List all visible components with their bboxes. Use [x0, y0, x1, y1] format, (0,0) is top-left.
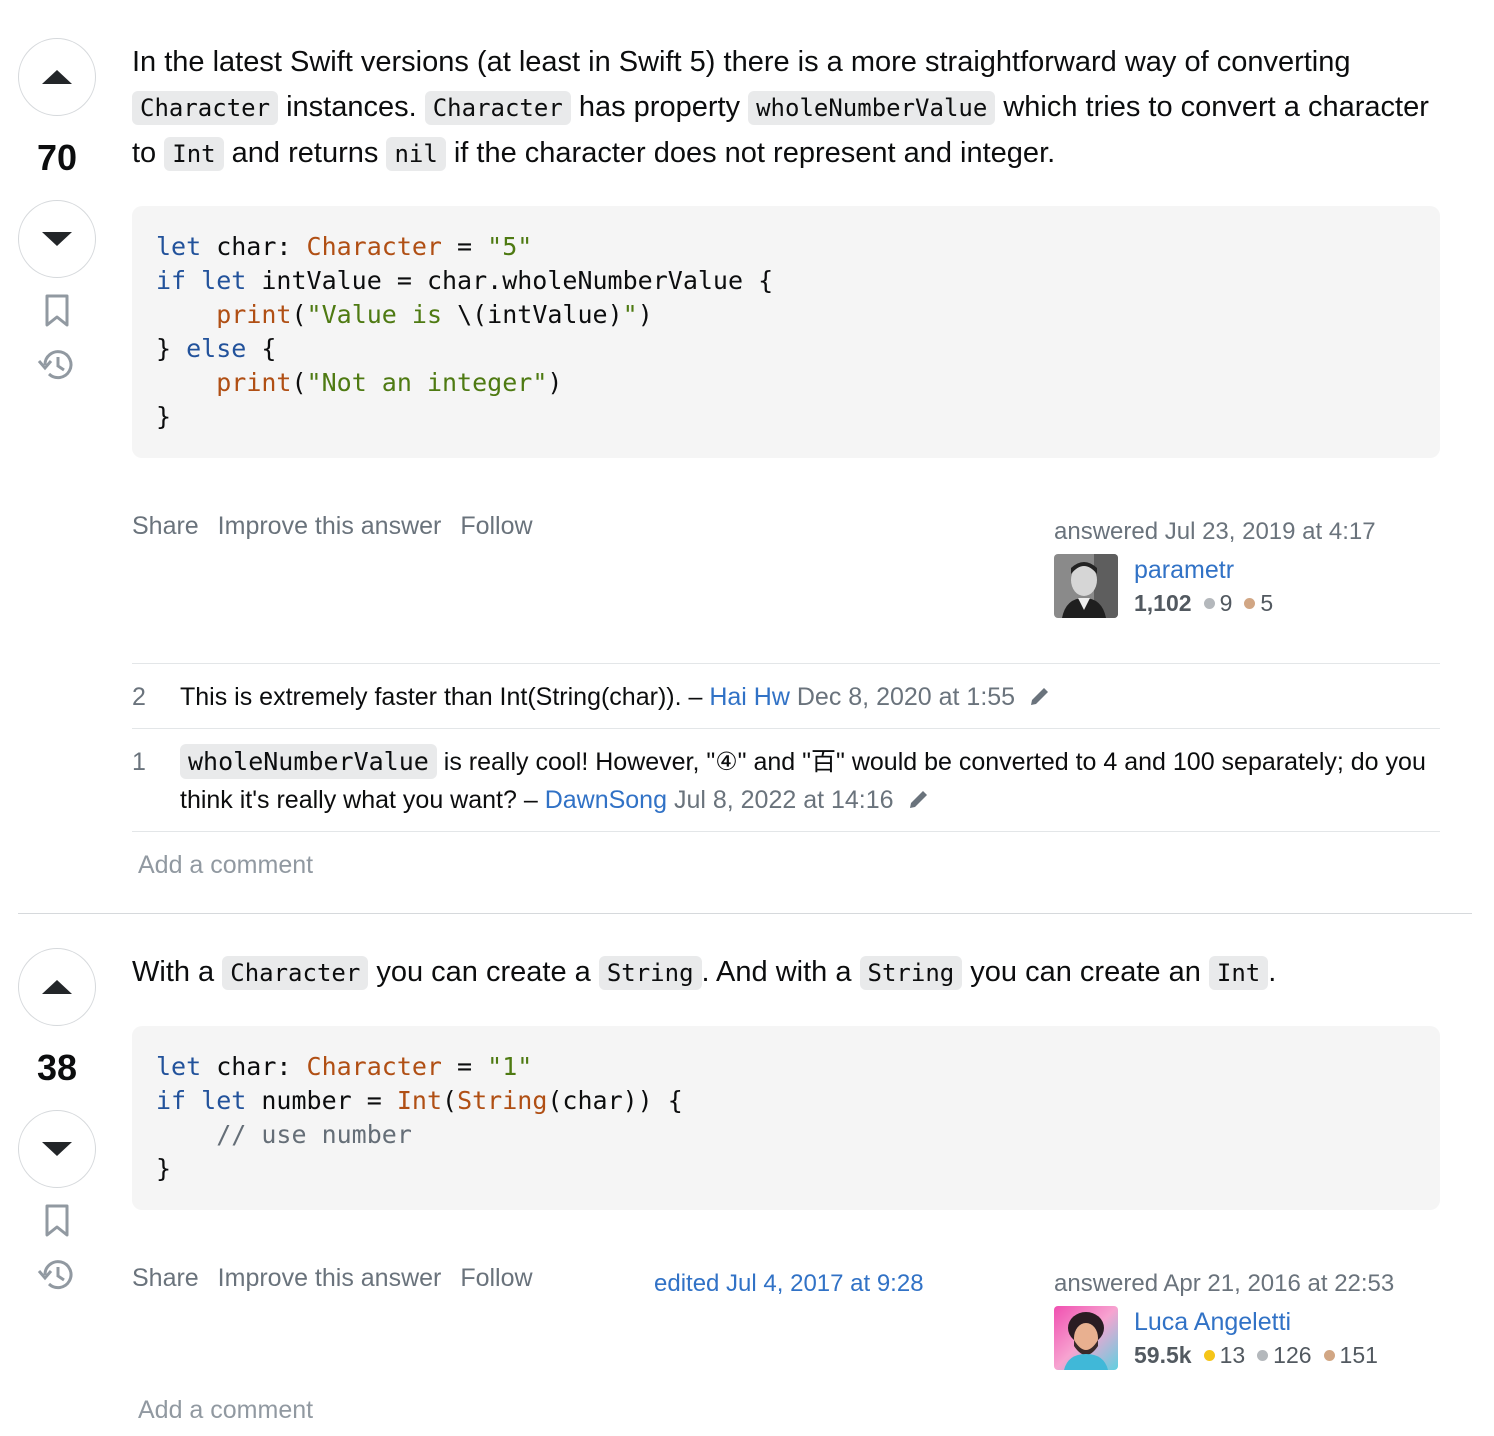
inline-code: String	[598, 956, 702, 990]
upvote-button[interactable]	[18, 38, 96, 116]
user-name-link[interactable]: Luca Angeletti	[1134, 1306, 1378, 1338]
reputation: 59.5k 13 126 151	[1134, 1338, 1378, 1372]
inline-code: Int	[1208, 956, 1269, 990]
reputation-score: 1,102	[1134, 590, 1192, 616]
answer-text: In the latest Swift versions (at least i…	[132, 46, 1429, 171]
comment-body: This is extremely faster than Int(String…	[180, 678, 1052, 716]
answer-body: With a Character you can create a String…	[132, 950, 1440, 996]
avatar[interactable]	[1054, 554, 1118, 618]
downvote-button[interactable]	[18, 1110, 96, 1188]
vote-count: 70	[36, 137, 78, 178]
bronze-badge-icon	[1244, 598, 1256, 610]
comment: 1 wholeNumberValue is really cool! Howev…	[132, 729, 1440, 832]
share-link[interactable]: Share	[132, 512, 199, 540]
user-name-link[interactable]: parametr	[1134, 554, 1273, 586]
inline-code: wholeNumberValue	[180, 744, 437, 779]
improve-answer-link[interactable]: Improve this answer	[218, 1264, 442, 1292]
silver-badge-icon	[1203, 598, 1215, 610]
reputation-score: 59.5k	[1134, 1342, 1192, 1368]
answered-time: answered Apr 21, 2016 at 22:53	[1054, 1270, 1395, 1297]
downvote-icon	[42, 232, 72, 246]
improve-answer-link[interactable]: Improve this answer	[218, 512, 442, 540]
inline-code: Character	[424, 91, 571, 125]
downvote-icon	[42, 1142, 72, 1156]
user-card: answered Apr 21, 2016 at 22:53 Luca Ange…	[1054, 1270, 1394, 1372]
pencil-icon	[1031, 688, 1049, 705]
code-block: let char: Character = "5" if let intValu…	[132, 206, 1440, 458]
post-menu: Share Improve this answer Follow	[132, 512, 545, 541]
inline-code: wholeNumberValue	[748, 91, 996, 125]
history-icon	[37, 1260, 73, 1290]
add-comment-link[interactable]: Add a comment	[138, 1396, 313, 1425]
add-comment-link[interactable]: Add a comment	[138, 851, 313, 880]
reputation: 1,102 9 5	[1134, 586, 1273, 620]
code-block: let char: Character = "1" if let number …	[132, 1026, 1440, 1210]
bookmark-button[interactable]	[18, 1192, 96, 1250]
history-button[interactable]	[18, 1246, 96, 1304]
pencil-icon	[909, 791, 927, 808]
answer-divider	[18, 913, 1472, 914]
answer-body: In the latest Swift versions (at least i…	[132, 40, 1440, 177]
bronze-badge-count: 5	[1260, 590, 1274, 616]
inline-code: nil	[386, 137, 446, 171]
silver-badge-icon	[1257, 1350, 1269, 1362]
silver-badge-count: 9	[1219, 590, 1233, 616]
history-icon	[37, 350, 73, 380]
comments-list: 2 This is extremely faster than Int(Stri…	[132, 663, 1440, 832]
user-photo-icon	[1054, 1306, 1118, 1370]
gold-badge-count: 13	[1219, 1342, 1246, 1368]
vote-count: 38	[36, 1047, 78, 1088]
avatar[interactable]	[1054, 1306, 1118, 1370]
comment-body: wholeNumberValue is really cool! However…	[180, 743, 1440, 819]
bookmark-icon	[45, 294, 69, 327]
comment: 2 This is extremely faster than Int(Stri…	[132, 664, 1440, 729]
upvote-icon	[42, 980, 72, 994]
comment-date[interactable]: Jul 8, 2022 at 14:16	[667, 786, 894, 814]
downvote-button[interactable]	[18, 200, 96, 278]
user-card: answered Jul 23, 2019 at 4:17 parametr 1…	[1054, 518, 1376, 620]
bookmark-button[interactable]	[18, 282, 96, 340]
follow-link[interactable]: Follow	[460, 512, 532, 540]
bronze-badge-count: 151	[1339, 1342, 1378, 1368]
share-link[interactable]: Share	[132, 1264, 199, 1292]
bookmark-icon	[45, 1204, 69, 1237]
comment-user-link[interactable]: DawnSong	[545, 786, 667, 814]
gold-badge-icon	[1203, 1350, 1215, 1362]
inline-code: Character	[132, 91, 279, 125]
answered-time: answered Jul 23, 2019 at 4:17	[1054, 518, 1376, 545]
vote-column: 38	[18, 948, 100, 1304]
comment-user-link[interactable]: Hai Hw	[709, 683, 790, 711]
answer-text: With a Character you can create a String…	[132, 956, 1277, 990]
user-photo-icon	[1054, 554, 1118, 618]
follow-link[interactable]: Follow	[460, 1264, 532, 1292]
history-button[interactable]	[18, 336, 96, 394]
comment-date[interactable]: Dec 8, 2020 at 1:55	[790, 683, 1015, 711]
inline-code: String	[859, 956, 963, 990]
edited-link[interactable]: edited Jul 4, 2017 at 9:28	[654, 1270, 924, 1298]
bronze-badge-icon	[1323, 1350, 1335, 1362]
upvote-button[interactable]	[18, 948, 96, 1026]
upvote-icon	[42, 70, 72, 84]
vote-column: 70	[18, 38, 100, 394]
silver-badge-count: 126	[1273, 1342, 1312, 1368]
inline-code: Character	[222, 956, 369, 990]
comment-score: 1	[132, 748, 146, 776]
comment-score: 2	[132, 683, 146, 711]
inline-code: Int	[164, 137, 224, 171]
post-menu: Share Improve this answer Follow	[132, 1264, 545, 1293]
